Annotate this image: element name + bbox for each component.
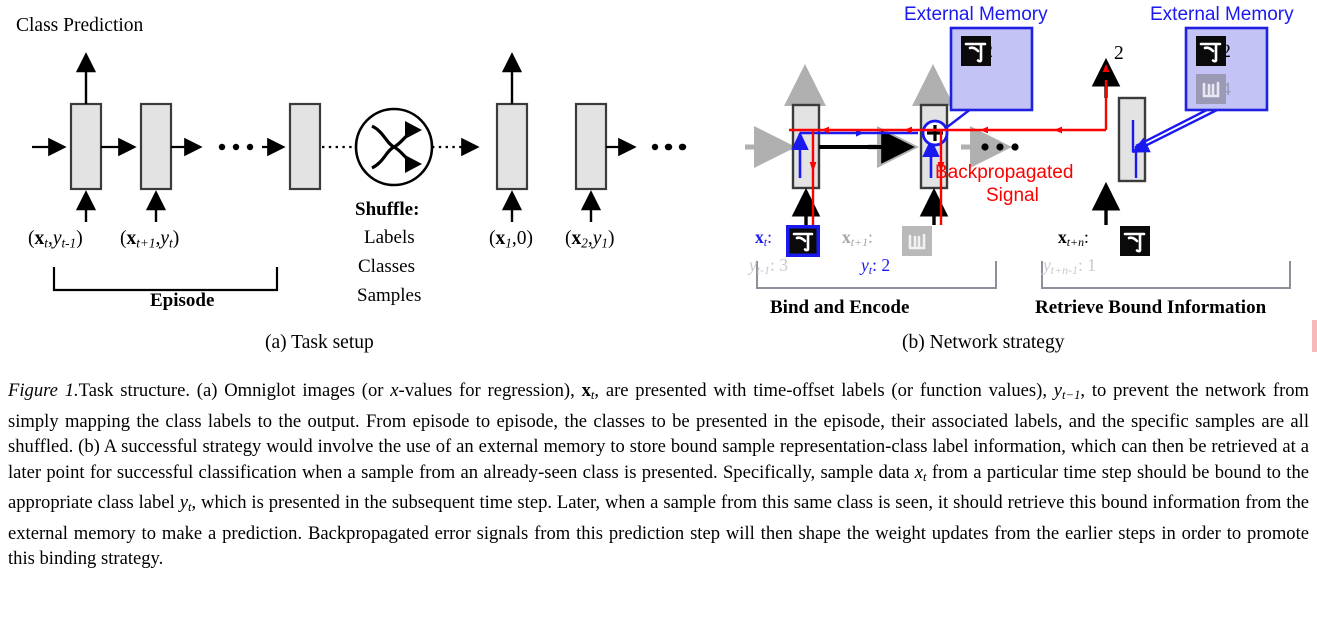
- caption-math-x1: x: [390, 380, 399, 401]
- panel-b-caption: (b) Network strategy: [902, 332, 1065, 353]
- timestep-tn-y-value: 1: [1087, 255, 1096, 275]
- caption-math-x2: x: [914, 461, 924, 483]
- external-memory-label-right: External Memory: [1150, 4, 1294, 25]
- output-value-label: 2: [1114, 43, 1124, 64]
- backprop-label-line1: Backpropagated: [935, 162, 1074, 183]
- caption-seg-0: Task structure. (a) Omniglot images (or: [78, 380, 391, 401]
- class-prediction-label: Class Prediction: [16, 15, 144, 36]
- figure-caption: Figure 1.Task structure. (a) Omniglot im…: [8, 378, 1309, 572]
- panel-a-graphics: [32, 52, 687, 292]
- page-edge-marker: [1312, 320, 1317, 352]
- shuffle-item-samples: Samples: [357, 285, 422, 306]
- timestep-tn-y-label: yt+n-1: 1: [1043, 255, 1096, 277]
- caption-math-y: y: [1053, 380, 1063, 401]
- bind-and-encode-label: Bind and Encode: [770, 297, 910, 318]
- caption-seg-2: -values for regression),: [398, 380, 582, 401]
- shuffle-item-classes: Classes: [358, 256, 415, 277]
- episode-label: Episode: [150, 290, 215, 311]
- timestep-t-y-value: 3: [779, 255, 788, 275]
- shuffle-item-labels: Labels: [364, 227, 415, 248]
- panel-a-caption: (a) Task setup: [265, 332, 374, 353]
- shuffle-title: Shuffle:: [355, 199, 420, 220]
- input-pair-4: (x2,y1): [565, 228, 615, 251]
- caption-math-xbold: x: [581, 380, 591, 401]
- caption-math-ysub: t−1: [1062, 388, 1081, 403]
- timestep-t1-y-value: 2: [881, 255, 891, 275]
- input-pair-1: (xt,yt-1): [28, 228, 83, 251]
- input-pair-3: (x1,0): [489, 228, 533, 251]
- caption-seg-14: , which is presented in the subsequent t…: [8, 492, 1309, 570]
- timestep-t-y-label: yt-1: 3: [749, 255, 788, 277]
- timestep-t1-y-label: yt: 2: [861, 255, 891, 277]
- figure-diagram: Class Prediction Shuffle: Labels Classes…: [0, 0, 1317, 372]
- retrieve-bound-information-label: Retrieve Bound Information: [1035, 297, 1267, 318]
- panel-b-graphics: [664, 26, 1291, 289]
- caption-math-y2: y: [179, 492, 188, 514]
- external-memory-label-left: External Memory: [904, 4, 1048, 25]
- input-pair-2: (xt+1,yt): [120, 228, 180, 251]
- timestep-t-x-label: xt:: [755, 227, 772, 249]
- timestep-t1-x-label: xt+1:: [842, 227, 873, 249]
- backprop-label-line2: Signal: [986, 185, 1039, 206]
- figure-1: Class Prediction Shuffle: Labels Classes…: [0, 0, 1317, 626]
- figure-label: Figure 1.: [8, 380, 79, 401]
- timestep-tn-x-label: xt+n:: [1058, 227, 1089, 249]
- caption-seg-5: , are presented with time-offset labels …: [594, 380, 1054, 401]
